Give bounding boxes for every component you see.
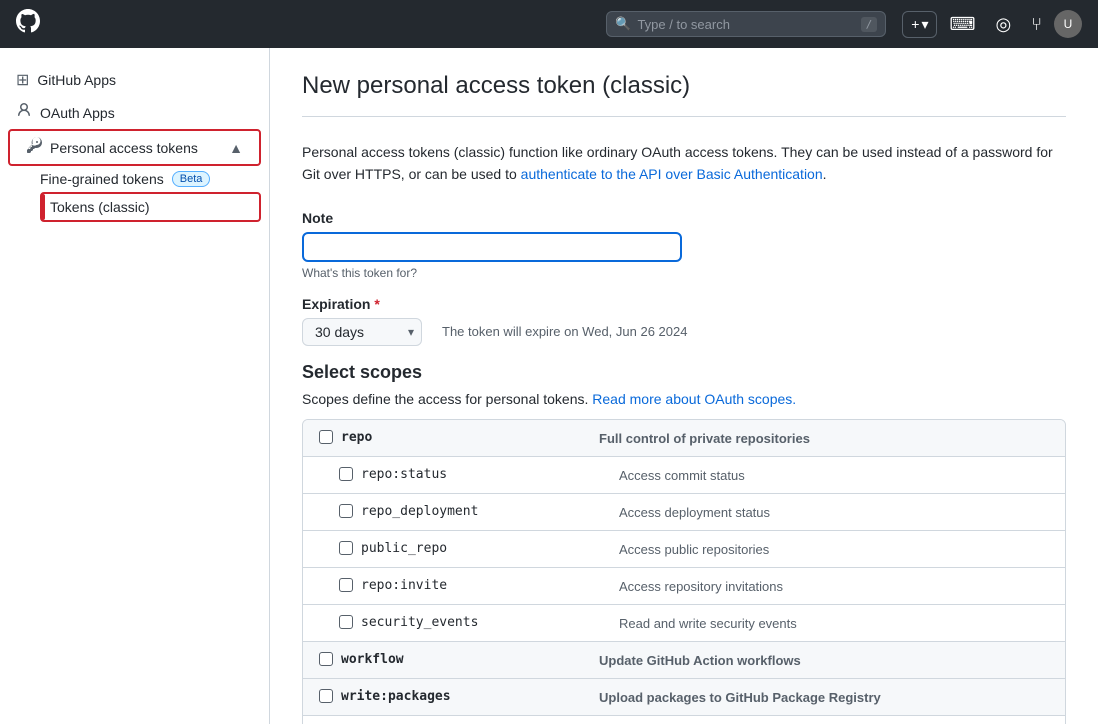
apps-icon: ⊞ [16, 70, 29, 90]
scopes-table: repo Full control of private repositorie… [302, 419, 1066, 724]
scope-name-workflow: workflow [341, 652, 404, 667]
scope-name-cell-public-repo: public_repo [339, 541, 619, 556]
scope-name-cell-write-packages: write:packages [319, 689, 599, 704]
scope-desc-workflow: Update GitHub Action workflows [599, 652, 1049, 668]
scope-row-security-events: security_events Read and write security … [303, 605, 1065, 642]
search-icon: 🔍 [615, 16, 631, 32]
sidebar-item-label: GitHub Apps [37, 72, 116, 88]
scope-name-public-repo: public_repo [361, 541, 447, 556]
search-shortcut: / [861, 17, 878, 32]
checkbox-workflow[interactable] [319, 652, 333, 666]
checkbox-repo[interactable] [319, 430, 333, 444]
sidebar-item-tokens-classic[interactable]: Tokens (classic) [40, 192, 261, 222]
scope-name-repo: repo [341, 430, 372, 445]
sidebar-item-label: Personal access tokens [50, 140, 198, 156]
note-label: Note [302, 210, 1066, 226]
active-indicator [42, 194, 45, 220]
scope-name-cell-security-events: security_events [339, 615, 619, 630]
scope-row-workflow: workflow Update GitHub Action workflows [303, 642, 1065, 679]
scopes-link[interactable]: Read more about OAuth scopes. [592, 391, 796, 407]
pullrequest-icon-btn[interactable]: ⑂ [1023, 10, 1050, 39]
scope-row-repo-invite: repo:invite Access repository invitation… [303, 568, 1065, 605]
scope-desc-repo: Full control of private repositories [599, 430, 1049, 446]
expiration-info: The token will expire on Wed, Jun 26 202… [442, 324, 687, 339]
topbar: 🔍 Type / to search / + ▾ ⌨ ◎ ⑂ U [0, 0, 1098, 48]
issues-icon-btn[interactable]: ◎ [987, 10, 1019, 39]
beta-badge: Beta [172, 171, 211, 187]
expiration-label: Expiration * [302, 296, 1066, 312]
scope-name-cell-workflow: workflow [319, 652, 599, 667]
scope-name-repo-invite: repo:invite [361, 578, 447, 593]
scope-row-repo-deployment: repo_deployment Access deployment status [303, 494, 1065, 531]
required-star: * [374, 296, 379, 312]
sidebar: ⊞ GitHub Apps OAuth Apps Personal access… [0, 48, 270, 724]
checkbox-write-packages[interactable] [319, 689, 333, 703]
scope-desc-repo-invite: Access repository invitations [619, 578, 1049, 594]
github-logo [16, 9, 40, 39]
expiration-select[interactable]: 7 days 30 days 60 days 90 days Custom [302, 318, 422, 346]
scope-desc-public-repo: Access public repositories [619, 541, 1049, 557]
scope-name-cell-repo-status: repo:status [339, 467, 619, 482]
key-icon [26, 137, 42, 158]
expiration-row: 7 days 30 days 60 days 90 days Custom ▾ … [302, 318, 1066, 346]
checkbox-security-events[interactable] [339, 615, 353, 629]
search-bar[interactable]: 🔍 Type / to search / [606, 11, 886, 37]
scope-row-public-repo: public_repo Access public repositories [303, 531, 1065, 568]
note-input[interactable] [302, 232, 682, 262]
terminal-icon-btn[interactable]: ⌨ [941, 10, 983, 39]
note-group: Note What's this token for? [302, 210, 1066, 280]
scope-name-security-events: security_events [361, 615, 478, 630]
collapse-btn[interactable]: ▲ [229, 140, 243, 156]
sidebar-sub-items: Fine-grained tokens Beta Tokens (classic… [0, 166, 269, 222]
scope-name-repo-deployment: repo_deployment [361, 504, 478, 519]
scope-desc-security-events: Read and write security events [619, 615, 1049, 631]
description-link[interactable]: authenticate to the API over Basic Authe… [521, 166, 823, 182]
page-description: Personal access tokens (classic) functio… [302, 141, 1066, 186]
expiration-group: Expiration * 7 days 30 days 60 days 90 d… [302, 296, 1066, 346]
scope-row-repo: repo Full control of private repositorie… [303, 420, 1065, 457]
divider [302, 116, 1066, 117]
scope-desc-repo-deployment: Access deployment status [619, 504, 1049, 520]
checkbox-public-repo[interactable] [339, 541, 353, 555]
sidebar-item-personal-access-tokens[interactable]: Personal access tokens ▲ [8, 129, 261, 166]
new-button[interactable]: + ▾ [902, 11, 937, 38]
main-layout: ⊞ GitHub Apps OAuth Apps Personal access… [0, 48, 1098, 724]
sidebar-item-fine-grained-tokens[interactable]: Fine-grained tokens Beta [40, 166, 269, 192]
scope-row-read-packages: read:packages Download packages from Git… [303, 716, 1065, 724]
note-hint: What's this token for? [302, 266, 1066, 280]
page-title: New personal access token (classic) [302, 72, 1066, 100]
search-placeholder: Type / to search [637, 17, 730, 32]
sidebar-item-label: OAuth Apps [40, 105, 115, 121]
avatar-btn[interactable]: U [1054, 10, 1082, 38]
scope-name-write-packages: write:packages [341, 689, 451, 704]
oauth-icon [16, 102, 32, 123]
main-content: New personal access token (classic) Pers… [270, 48, 1098, 724]
scopes-section: Select scopes Scopes define the access f… [302, 362, 1066, 724]
sidebar-sub-label: Fine-grained tokens [40, 171, 164, 187]
scope-name-cell-repo-deployment: repo_deployment [339, 504, 619, 519]
scope-row-repo-status: repo:status Access commit status [303, 457, 1065, 494]
expiration-select-wrapper: 7 days 30 days 60 days 90 days Custom ▾ [302, 318, 422, 346]
topbar-actions: + ▾ ⌨ ◎ ⑂ U [902, 10, 1082, 39]
sidebar-item-oauth-apps[interactable]: OAuth Apps [0, 96, 269, 129]
checkbox-repo-invite[interactable] [339, 578, 353, 592]
scope-name-repo-status: repo:status [361, 467, 447, 482]
scopes-title: Select scopes [302, 362, 1066, 383]
scope-desc-write-packages: Upload packages to GitHub Package Regist… [599, 689, 1049, 705]
scope-name-cell-repo-invite: repo:invite [339, 578, 619, 593]
sidebar-sub-label: Tokens (classic) [50, 199, 150, 215]
scope-name-cell-repo: repo [319, 430, 599, 445]
scope-row-write-packages: write:packages Upload packages to GitHub… [303, 679, 1065, 716]
checkbox-repo-status[interactable] [339, 467, 353, 481]
scope-desc-repo-status: Access commit status [619, 467, 1049, 483]
checkbox-repo-deployment[interactable] [339, 504, 353, 518]
sidebar-item-github-apps[interactable]: ⊞ GitHub Apps [0, 64, 269, 96]
scopes-description: Scopes define the access for personal to… [302, 391, 1066, 407]
